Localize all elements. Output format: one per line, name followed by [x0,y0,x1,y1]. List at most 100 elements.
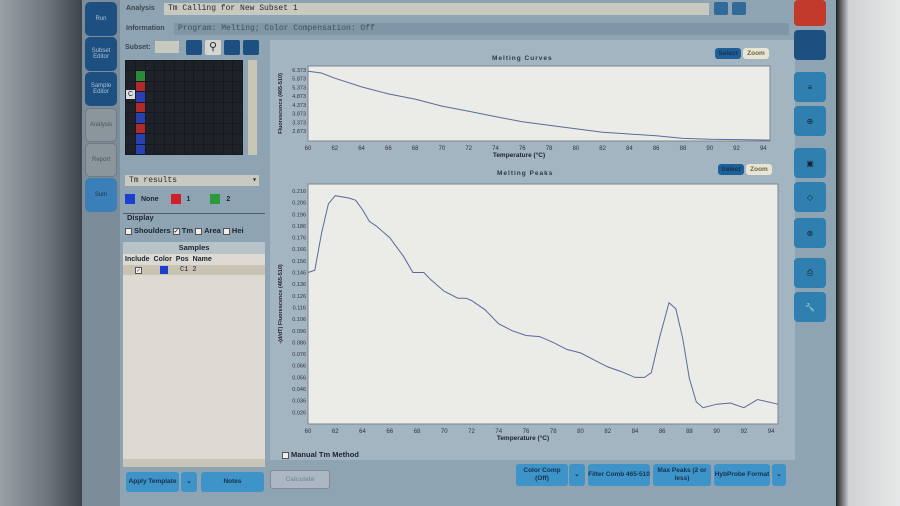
well[interactable] [145,61,155,71]
well[interactable] [223,81,233,92]
well[interactable] [165,71,174,81]
well[interactable] [126,61,135,71]
nav-report[interactable]: Report [85,143,117,177]
apply-template-button[interactable]: Apply Template [126,472,179,492]
well[interactable] [184,81,194,92]
well[interactable] [155,71,164,81]
well[interactable] [213,81,223,92]
well[interactable] [213,144,223,154]
well[interactable] [213,134,223,144]
well[interactable] [184,134,194,144]
well[interactable] [155,61,164,71]
results-select[interactable]: Tm results ▾ [125,175,259,186]
well[interactable] [135,92,145,102]
well[interactable] [184,144,194,154]
well[interactable] [165,92,174,102]
well[interactable] [145,144,155,154]
well[interactable] [165,144,174,154]
well[interactable] [174,92,184,102]
notes-button[interactable]: Notes [201,472,264,492]
plate-scrollbar[interactable] [248,60,257,155]
well[interactable] [184,92,194,102]
zoom-button[interactable]: Zoom [743,48,769,59]
well[interactable] [155,144,164,154]
horizontal-scrollbar[interactable] [123,459,265,467]
well[interactable] [174,144,184,154]
well[interactable] [165,123,174,134]
layers-icon[interactable]: ≡ [794,72,826,102]
well[interactable] [135,123,145,134]
well[interactable] [126,123,135,134]
chevron-down-icon[interactable]: ⌄ [569,464,585,486]
well[interactable] [194,144,203,154]
exit-icon[interactable] [794,0,826,26]
well[interactable] [204,61,213,71]
well[interactable] [155,113,164,123]
well[interactable] [135,81,145,92]
well[interactable] [145,134,155,144]
home-icon[interactable] [714,2,728,15]
well[interactable] [135,113,145,123]
table-row[interactable]: ✓ C1 2 [123,265,265,275]
well[interactable] [174,61,184,71]
subset-select[interactable] [155,41,179,53]
well[interactable] [174,102,184,113]
well[interactable] [223,134,233,144]
print-icon[interactable]: ⎙ [794,258,826,288]
well[interactable] [194,123,203,134]
well-plate-grid[interactable] [125,60,243,155]
toolbar-button[interactable] [186,40,202,55]
well[interactable] [126,134,135,144]
well[interactable] [145,92,155,102]
well[interactable] [145,123,155,134]
well[interactable] [145,71,155,81]
well[interactable] [135,61,145,71]
area-checkbox[interactable]: Area [195,226,221,235]
analysis-name-field[interactable]: Tm Calling for New Subset 1 [164,3,709,15]
folder-icon[interactable] [794,30,826,60]
well[interactable] [204,134,213,144]
nav-sample-editor[interactable]: Sample Editor [85,72,117,106]
well[interactable] [126,102,135,113]
select-button[interactable]: Select [715,48,741,59]
search-icon[interactable]: ⚲ [205,40,221,55]
filter-comb-button[interactable]: Filter Comb 465-510 [588,464,650,486]
well[interactable] [174,71,184,81]
well[interactable] [213,92,223,102]
well[interactable] [165,102,174,113]
well[interactable] [233,61,242,71]
arrow-left-icon[interactable]: ◇ [794,182,826,212]
well[interactable] [233,134,242,144]
hybprobe-format-button[interactable]: HybProbe Format [714,464,770,486]
well[interactable] [184,61,194,71]
well[interactable] [184,71,194,81]
navigate-icon[interactable]: ⊕ [794,106,826,136]
toolbar-button[interactable] [243,40,259,55]
well[interactable] [145,81,155,92]
well[interactable] [135,102,145,113]
well[interactable] [155,81,164,92]
well[interactable] [155,102,164,113]
well[interactable] [165,61,174,71]
well[interactable] [223,92,233,102]
well[interactable] [204,113,213,123]
well[interactable] [184,102,194,113]
shoulders-checkbox[interactable]: Shoulders [125,226,171,235]
well[interactable] [155,134,164,144]
well[interactable] [145,102,155,113]
well[interactable] [233,144,242,154]
well[interactable] [223,102,233,113]
toolbar-button[interactable] [224,40,240,55]
select-button[interactable]: Select [718,164,744,175]
manual-tm-checkbox[interactable]: Manual Tm Method [282,450,359,459]
well[interactable] [184,123,194,134]
calculate-button[interactable]: Calculate [270,470,330,489]
well[interactable] [223,61,233,71]
well[interactable] [126,144,135,154]
wrench-icon[interactable]: 🔧 [794,292,826,322]
chevron-down-icon[interactable]: ⌄ [181,472,197,492]
color-comp-button[interactable]: Color Comp (Off) [516,464,568,486]
well[interactable] [194,61,203,71]
well[interactable] [204,71,213,81]
well[interactable] [233,102,242,113]
